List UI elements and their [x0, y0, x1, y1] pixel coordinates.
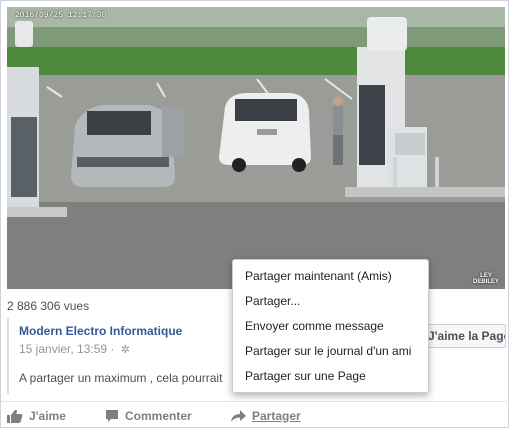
view-count: 2 886 306 vues: [7, 299, 90, 313]
share-arrow-icon: [231, 410, 246, 422]
watermark-line: DEBILEY: [472, 279, 499, 285]
page-name-link[interactable]: Modern Electro Informatique: [19, 324, 182, 338]
comment-icon: [106, 410, 118, 422]
share-label: Partager: [252, 409, 301, 423]
gear-icon: ✲: [120, 344, 130, 356]
menu-item-send-message[interactable]: Envoyer comme message: [233, 314, 428, 339]
like-label: J'aime: [29, 409, 66, 423]
share-button[interactable]: Partager: [230, 407, 301, 425]
comment-label: Commenter: [125, 409, 192, 423]
video-player[interactable]: 2016/09/25 12:17:30 LEY DEBILEY: [7, 7, 505, 289]
video-timestamp: 2016/09/25 12:17:30: [15, 11, 107, 20]
menu-item-share[interactable]: Partager...: [233, 289, 428, 314]
action-bar: J'aime Commenter Partager: [1, 401, 509, 428]
video-watermark: LEY DEBILEY: [473, 273, 499, 285]
facebook-video-post: 2016/09/25 12:17:30 LEY DEBILEY 2 886 30…: [0, 0, 509, 428]
like-button[interactable]: J'aime: [7, 407, 66, 425]
thumbs-up-icon: [7, 409, 23, 423]
post-date-text[interactable]: 15 janvier, 13:59 ·: [19, 342, 114, 356]
menu-item-share-now[interactable]: Partager maintenant (Amis): [233, 264, 428, 289]
comment-button[interactable]: Commenter: [105, 407, 192, 425]
share-dropdown-menu: Partager maintenant (Amis) Partager... E…: [232, 259, 429, 393]
video-frame: [7, 7, 505, 289]
menu-item-share-friend-timeline[interactable]: Partager sur le journal d'un ami: [233, 339, 428, 364]
menu-item-share-page[interactable]: Partager sur une Page: [233, 364, 428, 389]
post-date: 15 janvier, 13:59 · ✲: [19, 342, 130, 356]
post-text: A partager un maximum , cela pourrait: [19, 371, 223, 385]
